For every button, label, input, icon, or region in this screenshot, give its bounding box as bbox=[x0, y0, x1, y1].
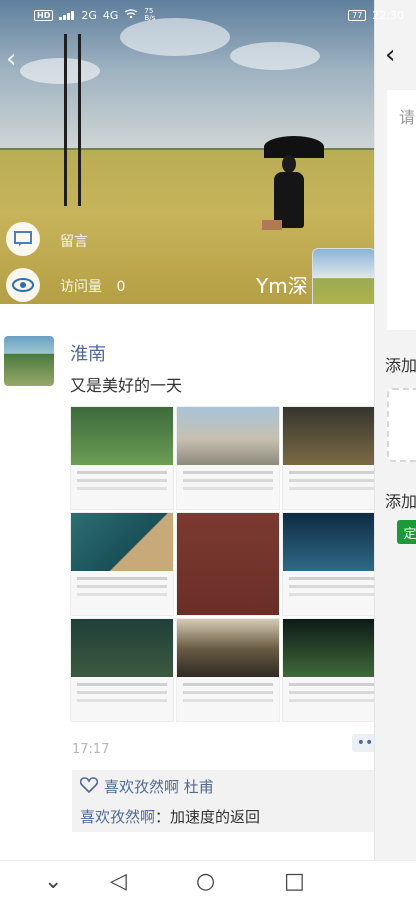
more-actions-button[interactable]: •• bbox=[352, 734, 374, 752]
location-tag[interactable]: 定 bbox=[397, 520, 416, 544]
comment-row[interactable]: 喜欢孜然啊：加速度的返回 bbox=[80, 806, 260, 827]
photo-grid bbox=[70, 406, 374, 736]
photo-thumb[interactable] bbox=[282, 406, 374, 510]
signal-icon bbox=[59, 10, 75, 20]
photo-thumb[interactable] bbox=[70, 512, 174, 616]
person-head-illustration bbox=[282, 155, 296, 173]
comment-separator: ： bbox=[155, 808, 171, 826]
eye-icon[interactable] bbox=[6, 268, 40, 302]
pylon-illustration bbox=[64, 34, 82, 206]
nav-home-icon[interactable]: ○ bbox=[196, 869, 215, 894]
cover-user-name: Ym深 bbox=[256, 274, 308, 298]
photo-thumb[interactable] bbox=[176, 618, 280, 722]
side-panel: ‹ 请 添加 添加 定 bbox=[374, 0, 416, 904]
post-content: 又是美好的一天 bbox=[70, 376, 183, 395]
nav-back-icon[interactable]: ◁ bbox=[110, 869, 127, 894]
photo-thumb[interactable] bbox=[282, 618, 374, 722]
side-back-icon[interactable]: ‹ bbox=[385, 40, 395, 70]
side-input-placeholder: 请 bbox=[399, 108, 416, 127]
comment-author[interactable]: 喜欢孜然啊 bbox=[80, 808, 155, 826]
photo-thumb[interactable] bbox=[70, 406, 174, 510]
nav-down-icon[interactable]: ⌄ bbox=[44, 869, 62, 894]
moments-page: ‹ 留言 访问量 0 Ym深 淮南 又是美好的一天 17:17 •• 喜欢孜然啊… bbox=[0, 0, 374, 904]
post-avatar[interactable] bbox=[4, 336, 54, 386]
suitcase-illustration bbox=[262, 220, 282, 230]
likes-row: 喜欢孜然啊 杜甫 bbox=[79, 776, 214, 797]
post-author-name[interactable]: 淮南 bbox=[70, 340, 106, 366]
cover-avatar[interactable] bbox=[312, 248, 374, 304]
add-image-label: 添加 bbox=[385, 356, 416, 375]
photo-thumb[interactable] bbox=[176, 512, 280, 616]
photo-thumb[interactable] bbox=[70, 618, 174, 722]
nav-recent-icon[interactable]: □ bbox=[284, 869, 305, 894]
add-image-slot[interactable] bbox=[387, 388, 416, 462]
comment-label: 留言 bbox=[60, 234, 88, 250]
photo-thumb[interactable] bbox=[176, 406, 280, 510]
speed-indicator: 75 B/s bbox=[144, 7, 156, 22]
visits-text: 访问量 bbox=[60, 279, 102, 295]
post-time: 17:17 bbox=[72, 742, 110, 757]
battery-icon: 77 bbox=[348, 10, 367, 21]
visits-count: 0 bbox=[116, 279, 126, 295]
status-bar: HD 2G 4G 75 B/s 77 22:30 bbox=[0, 0, 416, 34]
heart-icon bbox=[79, 776, 99, 797]
wifi-icon bbox=[124, 8, 138, 22]
cover-photo: ‹ 留言 访问量 0 Ym深 bbox=[0, 0, 374, 304]
photo-thumb[interactable] bbox=[282, 512, 374, 616]
clock: 22:30 bbox=[372, 9, 404, 22]
hd-badge: HD bbox=[34, 9, 54, 21]
liked-by-names[interactable]: 喜欢孜然啊 杜甫 bbox=[104, 776, 214, 797]
add-tag-label: 添加 bbox=[385, 492, 416, 511]
comment-text: 加速度的返回 bbox=[170, 808, 261, 826]
likes-comments-box: 喜欢孜然啊 杜甫 喜欢孜然啊：加速度的返回 bbox=[72, 770, 374, 832]
back-arrow-icon[interactable]: ‹ bbox=[6, 44, 16, 74]
visits-label: 访问量 0 bbox=[60, 276, 125, 296]
umbrella-illustration bbox=[264, 136, 324, 158]
network-2g: 2G bbox=[81, 8, 97, 22]
system-nav-bar: ⌄ ◁ ○ □ bbox=[0, 860, 416, 905]
network-4g: 4G bbox=[102, 8, 119, 22]
comment-icon[interactable] bbox=[6, 222, 40, 256]
